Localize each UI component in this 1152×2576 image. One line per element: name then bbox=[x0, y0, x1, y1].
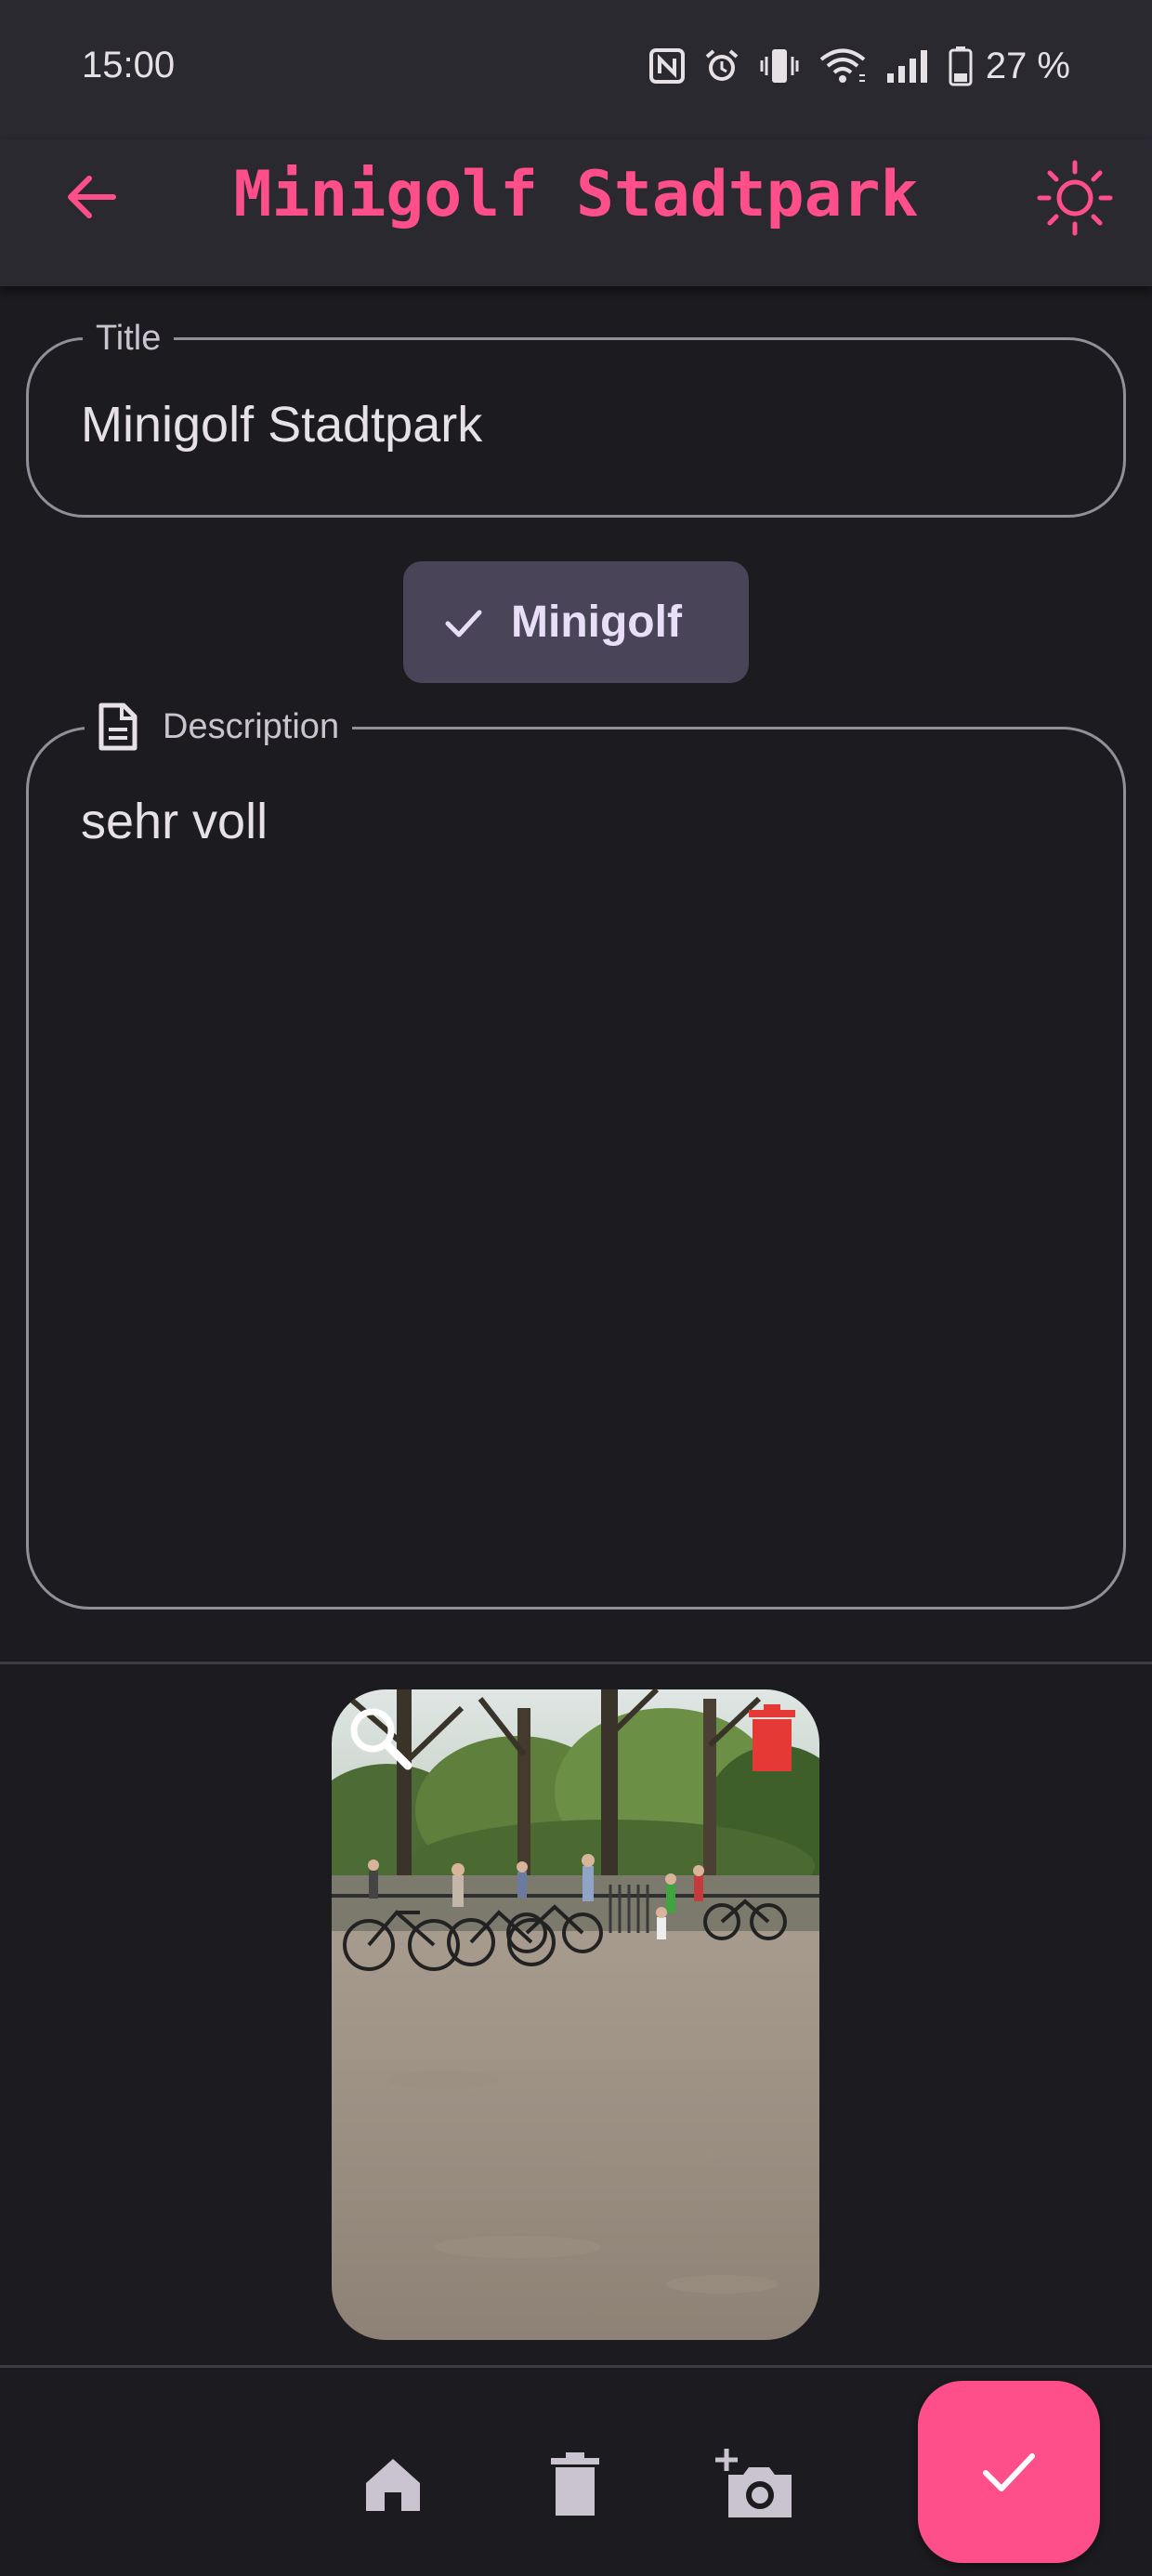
title-label-text: Title bbox=[96, 315, 161, 361]
status-time: 15:00 bbox=[82, 45, 175, 86]
delete-entry-button[interactable] bbox=[524, 2433, 626, 2535]
check-icon bbox=[976, 2439, 1041, 2504]
title-input[interactable]: Minigolf Stadtpark bbox=[81, 396, 1066, 453]
battery-percentage: 27 % bbox=[986, 46, 1070, 87]
divider bbox=[0, 1662, 1152, 1664]
description-field[interactable]: Description sehr voll bbox=[26, 727, 1126, 1610]
wifi-icon bbox=[818, 47, 867, 85]
description-input[interactable]: sehr voll bbox=[81, 791, 1066, 1553]
photo-thumbnail[interactable] bbox=[332, 1689, 819, 2340]
zoom-photo-button[interactable] bbox=[343, 1701, 417, 1775]
nfc-icon bbox=[649, 48, 685, 84]
trash-icon bbox=[547, 2451, 603, 2517]
battery-icon bbox=[949, 46, 973, 86]
zoom-icon bbox=[343, 1701, 417, 1775]
add-photo-icon bbox=[715, 2447, 799, 2521]
signal-icon bbox=[885, 47, 930, 85]
delete-icon bbox=[740, 1702, 805, 1777]
chip-label: Minigolf bbox=[511, 597, 682, 648]
check-icon bbox=[442, 601, 485, 644]
home-button[interactable] bbox=[342, 2433, 444, 2535]
vibrate-icon bbox=[759, 47, 800, 85]
sun-icon bbox=[1036, 159, 1114, 237]
status-icons: 27 % bbox=[649, 43, 1070, 89]
status-bar: 15:00 27 % bbox=[0, 0, 1152, 139]
alarm-icon bbox=[703, 47, 740, 85]
title-field[interactable]: Title Minigolf Stadtpark bbox=[26, 337, 1126, 518]
delete-photo-button[interactable] bbox=[740, 1702, 805, 1777]
description-label-text: Description bbox=[163, 703, 339, 750]
bottom-bar bbox=[0, 2368, 1152, 2576]
title-label: Title bbox=[83, 315, 174, 361]
document-icon bbox=[98, 702, 138, 752]
park-photo bbox=[332, 1689, 819, 2340]
add-photo-button[interactable] bbox=[706, 2433, 808, 2535]
arrow-left-icon bbox=[61, 167, 121, 227]
page-title: Minigolf Stadtpark bbox=[130, 158, 1022, 232]
back-button[interactable] bbox=[54, 160, 128, 234]
home-icon bbox=[360, 2451, 425, 2517]
description-label: Description bbox=[85, 702, 352, 752]
app-bar: Minigolf Stadtpark bbox=[0, 139, 1152, 286]
category-chip-minigolf[interactable]: Minigolf bbox=[403, 561, 749, 683]
save-fab-button[interactable] bbox=[918, 2381, 1100, 2563]
theme-toggle-button[interactable] bbox=[1033, 156, 1117, 240]
